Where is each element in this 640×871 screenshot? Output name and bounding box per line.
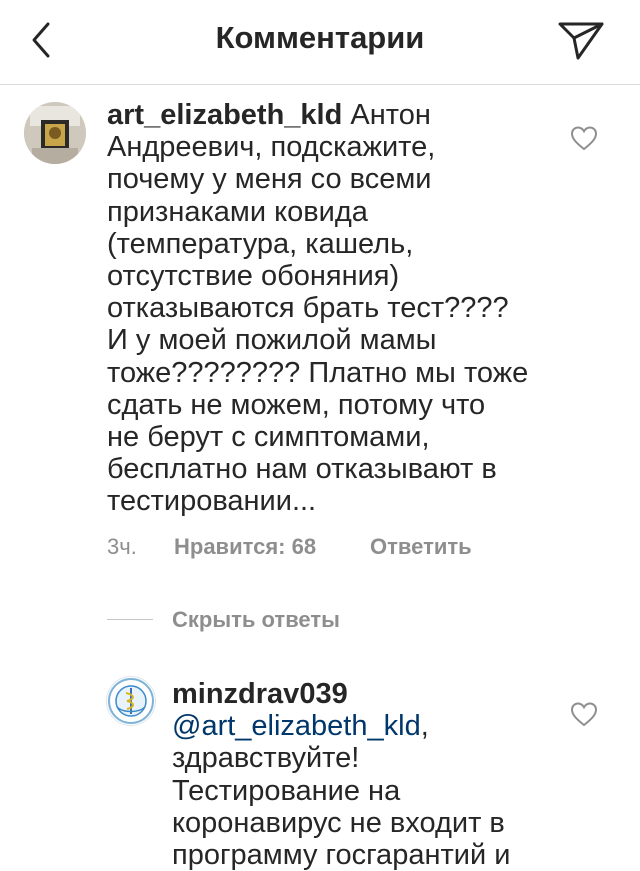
comment-text: art_elizabeth_kld Антон Андреевич, подск… xyxy=(107,99,547,518)
reply-text: minzdrav039 @art_elizabeth_kld, здравств… xyxy=(172,678,572,871)
heart-outline-icon[interactable] xyxy=(569,700,599,728)
comment-time: 3ч. xyxy=(107,534,137,559)
hide-replies-button[interactable]: Скрыть ответы xyxy=(172,607,340,633)
comment-body: Антон Андреевич, подскажите, почему у ме… xyxy=(107,99,529,518)
reply-avatar[interactable] xyxy=(106,676,156,726)
heart-outline-icon[interactable] xyxy=(569,124,599,152)
avatar[interactable] xyxy=(24,102,86,164)
reply-mention[interactable]: @art_elizabeth_kld xyxy=(172,710,421,742)
likes-count[interactable]: Нравится: 68 xyxy=(174,534,370,560)
avatar-image xyxy=(24,102,86,164)
page-title: Комментарии xyxy=(215,20,425,55)
reply-button[interactable]: Ответить xyxy=(370,534,472,560)
paper-plane-icon[interactable] xyxy=(556,18,606,62)
reply-username[interactable]: minzdrav039 xyxy=(172,678,348,710)
comment-username[interactable]: art_elizabeth_kld xyxy=(107,99,342,131)
header-bar: Комментарии xyxy=(0,0,640,85)
comment-meta: 3ч. Нравится: 68 Ответить xyxy=(107,534,472,560)
minzdrav-logo-icon xyxy=(108,678,154,724)
divider-line xyxy=(107,619,153,620)
